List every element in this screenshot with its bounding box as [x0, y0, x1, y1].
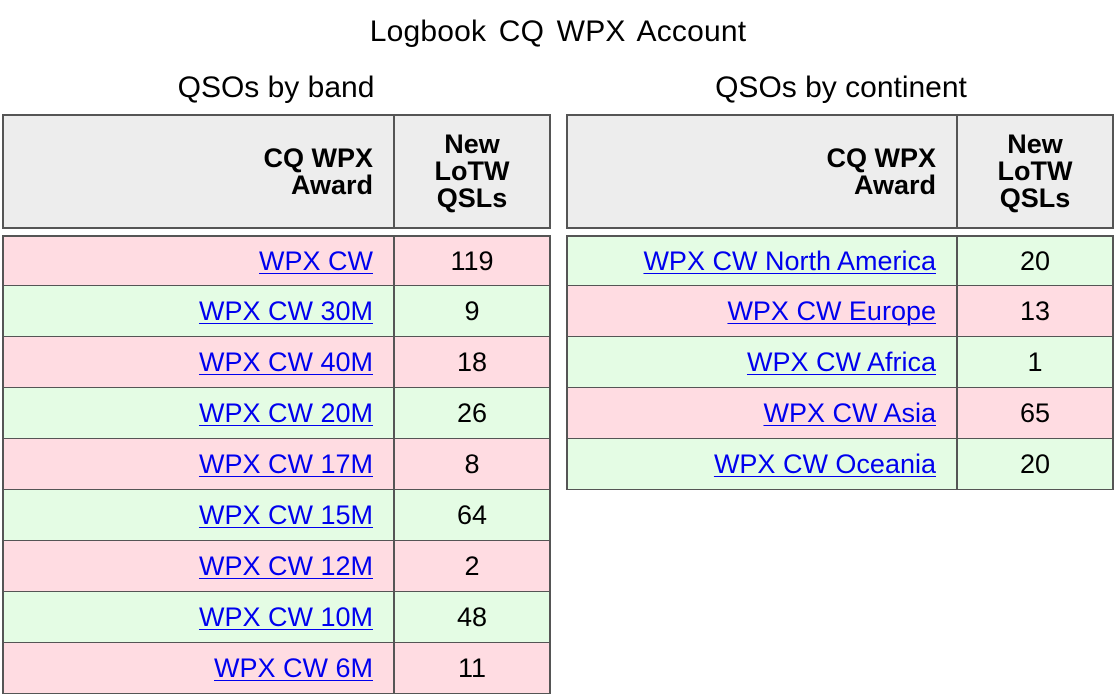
table-row: WPX CW 10M 48: [2, 592, 551, 643]
table-row: WPX CW 12M 2: [2, 541, 551, 592]
band-award-cell: WPX CW 30M: [2, 286, 393, 337]
band-count-cell: 8: [393, 439, 551, 490]
band-award-link[interactable]: WPX CW 15M: [199, 500, 373, 530]
band-award-cell: WPX CW 12M: [2, 541, 393, 592]
band-award-cell: WPX CW 10M: [2, 592, 393, 643]
table-row: WPX CW Oceania 20: [566, 439, 1114, 490]
band-header-new-qsls: New LoTW QSLs: [393, 114, 551, 229]
table-row: WPX CW Africa 1: [566, 337, 1114, 388]
band-count-cell: 48: [393, 592, 551, 643]
band-award-link[interactable]: WPX CW 40M: [199, 347, 373, 377]
band-award-cell: WPX CW 15M: [2, 490, 393, 541]
continent-count-cell: 13: [956, 286, 1114, 337]
continent-award-cell: WPX CW North America: [566, 235, 956, 286]
band-table-header-row: CQ WPX Award New LoTW QSLs: [2, 114, 551, 229]
band-count-cell: 18: [393, 337, 551, 388]
continent-count-cell: 20: [956, 439, 1114, 490]
continent-award-link[interactable]: WPX CW North America: [643, 246, 936, 276]
table-row: WPX CW North America 20: [566, 235, 1114, 286]
band-award-link[interactable]: WPX CW 10M: [199, 602, 373, 632]
continent-award-cell: WPX CW Europe: [566, 286, 956, 337]
continent-table-body: WPX CW North America 20 WPX CW Europe 13 WPX…: [566, 229, 1114, 490]
band-award-cell: WPX CW: [2, 235, 393, 286]
table-row: WPX CW 30M 9: [2, 286, 551, 337]
band-award-link[interactable]: WPX CW 17M: [199, 449, 373, 479]
table-row: WPX CW Asia 65: [566, 388, 1114, 439]
continent-table: CQ WPX Award New LoTW QSLs WPX CW North …: [566, 114, 1114, 490]
continent-table-header-row: CQ WPX Award New LoTW QSLs: [566, 114, 1114, 229]
table-row: WPX CW Europe 13: [566, 286, 1114, 337]
band-section-caption: QSOs by band: [177, 71, 375, 104]
table-row: WPX CW 20M 26: [2, 388, 551, 439]
continent-header-award: CQ WPX Award: [566, 114, 956, 229]
continent-header-new-label: New LoTW QSLs: [997, 129, 1073, 213]
band-award-link[interactable]: WPX CW 20M: [199, 398, 373, 428]
band-table: CQ WPX Award New LoTW QSLs WPX CW 119 WPX …: [2, 114, 551, 694]
table-row: WPX CW 17M 8: [2, 439, 551, 490]
table-row: WPX CW 40M 18: [2, 337, 551, 388]
band-count-cell: 64: [393, 490, 551, 541]
continent-award-link[interactable]: WPX CW Asia: [763, 398, 936, 428]
table-row: WPX CW 15M 64: [2, 490, 551, 541]
band-award-cell: WPX CW 6M: [2, 643, 393, 694]
continent-award-cell: WPX CW Asia: [566, 388, 956, 439]
continent-award-link[interactable]: WPX CW Europe: [727, 296, 936, 326]
continent-award-cell: WPX CW Oceania: [566, 439, 956, 490]
continent-award-cell: WPX CW Africa: [566, 337, 956, 388]
band-count-cell: 11: [393, 643, 551, 694]
table-row: WPX CW 6M 11: [2, 643, 551, 694]
band-award-cell: WPX CW 40M: [2, 337, 393, 388]
band-count-cell: 119: [393, 235, 551, 286]
band-award-link[interactable]: WPX CW: [259, 246, 373, 276]
band-award-cell: WPX CW 17M: [2, 439, 393, 490]
continent-section-caption: QSOs by continent: [715, 71, 967, 104]
continent-count-cell: 1: [956, 337, 1114, 388]
band-award-cell: WPX CW 20M: [2, 388, 393, 439]
continent-header-award-label: CQ WPX Award: [826, 142, 936, 200]
band-award-link[interactable]: WPX CW 6M: [214, 653, 373, 683]
continent-award-link[interactable]: WPX CW Africa: [747, 347, 936, 377]
continent-count-cell: 20: [956, 235, 1114, 286]
table-row: WPX CW 119: [2, 235, 551, 286]
continent-award-link[interactable]: WPX CW Oceania: [714, 449, 936, 479]
band-count-cell: 26: [393, 388, 551, 439]
band-table-body: WPX CW 119 WPX CW 30M 9 WPX CW 40M 18 WPX CW 2…: [2, 229, 551, 694]
band-award-link[interactable]: WPX CW 30M: [199, 296, 373, 326]
band-header-award: CQ WPX Award: [2, 114, 393, 229]
band-header-new-label: New LoTW QSLs: [434, 129, 510, 213]
continent-header-new-qsls: New LoTW QSLs: [956, 114, 1114, 229]
band-award-link[interactable]: WPX CW 12M: [199, 551, 373, 581]
page-title: Logbook CQ WPX Account: [369, 15, 747, 48]
band-count-cell: 9: [393, 286, 551, 337]
continent-count-cell: 65: [956, 388, 1114, 439]
band-count-cell: 2: [393, 541, 551, 592]
band-header-award-label: CQ WPX Award: [263, 142, 373, 200]
